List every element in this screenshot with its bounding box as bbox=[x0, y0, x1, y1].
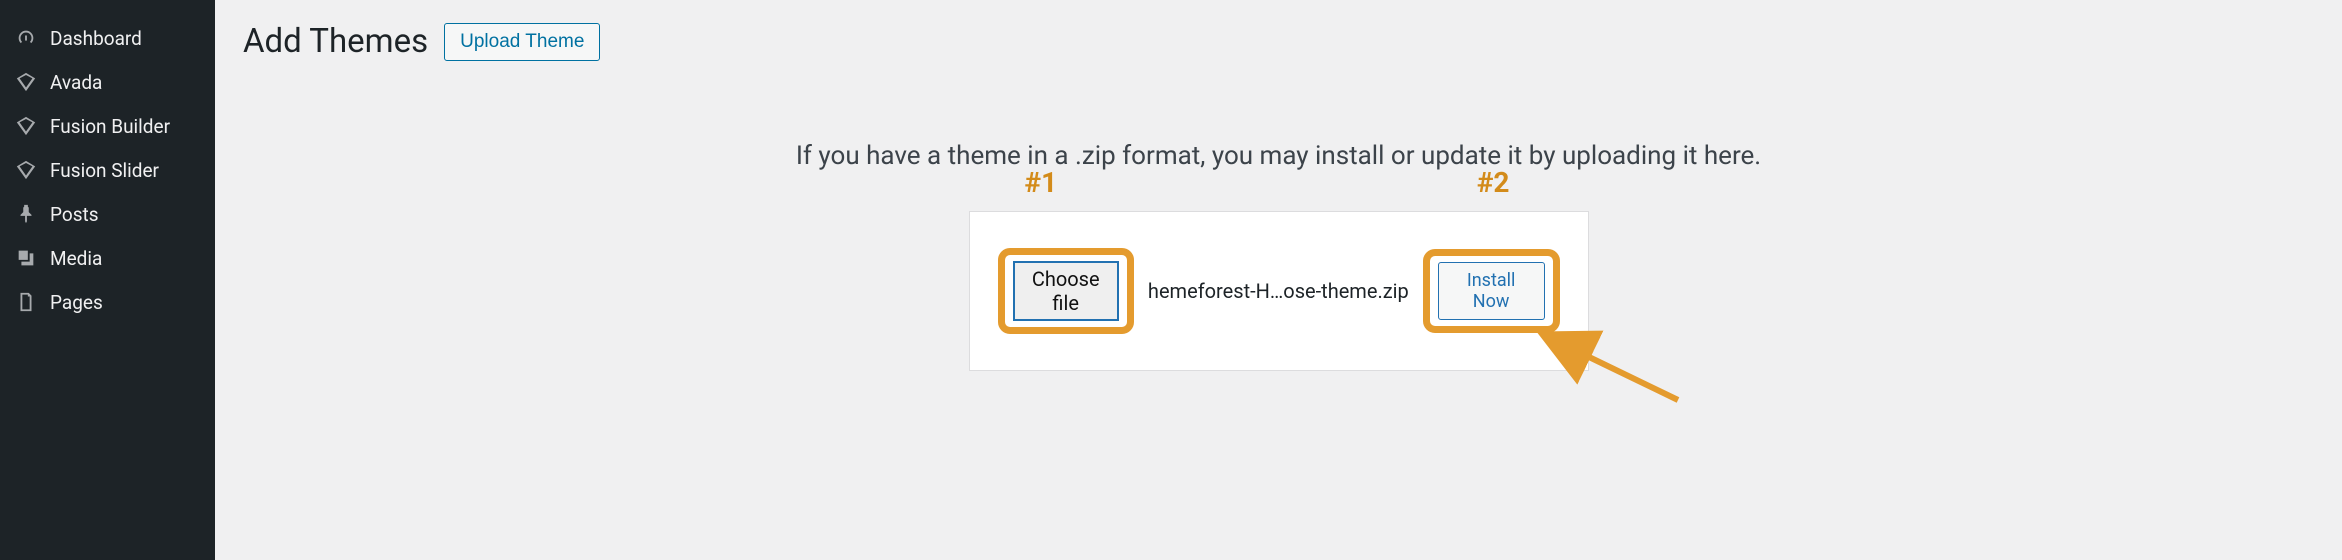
annotation-highlight-1: Choose file bbox=[998, 248, 1134, 334]
sidebar-item-fusion-slider[interactable]: Fusion Slider bbox=[0, 148, 215, 192]
annotation-highlight-2: Install Now bbox=[1423, 249, 1560, 333]
selected-file-name: hemeforest-H…ose-theme.zip bbox=[1148, 279, 1409, 303]
annotation-step-2: #2 bbox=[1477, 166, 1510, 199]
upload-helper-text: If you have a theme in a .zip format, yo… bbox=[243, 141, 2314, 171]
sidebar-item-pages[interactable]: Pages bbox=[0, 280, 215, 324]
annotation-step-1: #1 bbox=[1025, 166, 1058, 199]
annotation-arrow-icon bbox=[1528, 330, 1688, 410]
sidebar-item-label: Media bbox=[50, 247, 102, 270]
pin-icon bbox=[14, 202, 38, 226]
diamond-icon bbox=[14, 158, 38, 182]
diamond-icon bbox=[14, 70, 38, 94]
sidebar-item-label: Posts bbox=[50, 203, 99, 226]
sidebar-item-label: Fusion Slider bbox=[50, 159, 159, 182]
pages-icon bbox=[14, 290, 38, 314]
admin-sidebar: Dashboard Avada Fusion Builder Fusion Sl… bbox=[0, 0, 215, 560]
sidebar-item-media[interactable]: Media bbox=[0, 236, 215, 280]
sidebar-item-posts[interactable]: Posts bbox=[0, 192, 215, 236]
page-title: Add Themes bbox=[243, 22, 428, 61]
sidebar-item-fusion-builder[interactable]: Fusion Builder bbox=[0, 104, 215, 148]
sidebar-item-avada[interactable]: Avada bbox=[0, 60, 215, 104]
sidebar-item-dashboard[interactable]: Dashboard bbox=[0, 16, 215, 60]
sidebar-item-label: Dashboard bbox=[50, 27, 142, 50]
gauge-icon bbox=[14, 26, 38, 50]
upload-theme-button[interactable]: Upload Theme bbox=[444, 23, 600, 61]
main-content: Add Themes Upload Theme If you have a th… bbox=[215, 0, 2342, 560]
sidebar-item-label: Pages bbox=[50, 291, 103, 314]
diamond-icon bbox=[14, 114, 38, 138]
media-icon bbox=[14, 246, 38, 270]
upload-form: #1 #2 Choose file hemeforest-H…ose-theme… bbox=[969, 211, 1589, 371]
choose-file-button[interactable]: Choose file bbox=[1013, 261, 1119, 321]
sidebar-item-label: Fusion Builder bbox=[50, 115, 170, 138]
page-header: Add Themes Upload Theme bbox=[243, 22, 2314, 61]
install-now-button[interactable]: Install Now bbox=[1438, 262, 1545, 320]
sidebar-item-label: Avada bbox=[50, 71, 102, 94]
